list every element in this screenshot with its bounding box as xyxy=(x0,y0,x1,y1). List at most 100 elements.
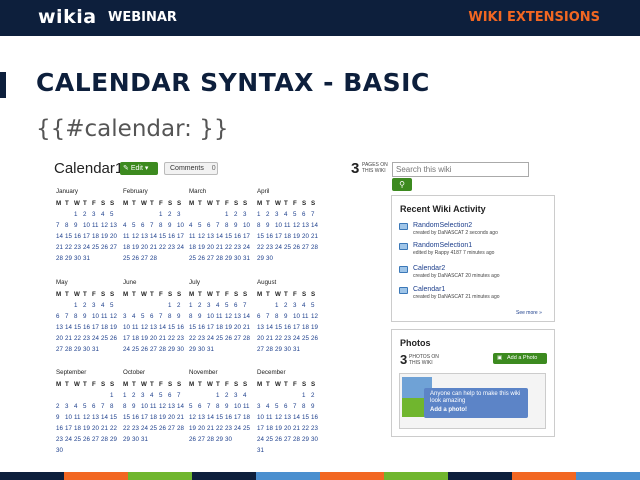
calendar-day[interactable]: 25 xyxy=(132,344,141,355)
calendar-day[interactable]: 23 xyxy=(74,242,83,253)
calendar-day[interactable]: 20 xyxy=(92,423,101,434)
calendar-day[interactable]: 6 xyxy=(257,311,266,322)
calendar-day[interactable]: 3 xyxy=(177,209,186,220)
calendar-day[interactable]: 26 xyxy=(311,333,320,344)
calendar-day[interactable]: 12 xyxy=(132,231,141,242)
calendar-day[interactable]: 10 xyxy=(65,412,74,423)
calendar-day[interactable]: 16 xyxy=(56,423,65,434)
calendar-day[interactable]: 14 xyxy=(56,231,65,242)
calendar-day[interactable]: 22 xyxy=(189,333,198,344)
calendar-day[interactable]: 8 xyxy=(168,311,177,322)
calendar-day[interactable]: 18 xyxy=(150,412,159,423)
calendar-day[interactable]: 7 xyxy=(207,401,216,412)
calendar-day[interactable]: 30 xyxy=(225,434,234,445)
calendar-day[interactable]: 29 xyxy=(74,344,83,355)
calendar-day[interactable]: 21 xyxy=(150,242,159,253)
calendar-day[interactable]: 4 xyxy=(150,390,159,401)
calendar-day[interactable]: 11 xyxy=(74,412,83,423)
calendar-day[interactable]: 27 xyxy=(141,253,150,264)
calendar-day[interactable]: 22 xyxy=(65,242,74,253)
calendar-day[interactable]: 17 xyxy=(293,322,302,333)
calendar-day[interactable]: 4 xyxy=(216,300,225,311)
calendar-day[interactable]: 14 xyxy=(207,412,216,423)
calendar-day[interactable]: 26 xyxy=(225,333,234,344)
calendar-day[interactable]: 16 xyxy=(74,231,83,242)
calendar-day[interactable]: 19 xyxy=(275,423,284,434)
calendar-day[interactable]: 9 xyxy=(132,401,141,412)
calendar-day[interactable]: 24 xyxy=(275,242,284,253)
calendar-day[interactable]: 31 xyxy=(92,344,101,355)
calendar-day[interactable]: 8 xyxy=(189,311,198,322)
calendar-day[interactable]: 24 xyxy=(293,333,302,344)
calendar-day[interactable]: 14 xyxy=(101,412,110,423)
calendar-day[interactable]: 19 xyxy=(101,231,110,242)
calendar-day[interactable]: 17 xyxy=(177,231,186,242)
calendar-day[interactable]: 11 xyxy=(92,220,101,231)
calendar-day[interactable]: 5 xyxy=(83,401,92,412)
calendar-day[interactable]: 21 xyxy=(56,242,65,253)
calendar-day[interactable]: 18 xyxy=(266,423,275,434)
calendar-day[interactable]: 2 xyxy=(83,300,92,311)
calendar-day[interactable]: 19 xyxy=(198,242,207,253)
calendar-day[interactable]: 29 xyxy=(225,253,234,264)
calendar-day[interactable]: 19 xyxy=(311,322,320,333)
calendar-day[interactable]: 27 xyxy=(56,344,65,355)
calendar-day[interactable]: 16 xyxy=(234,231,243,242)
activity-link[interactable]: RandomSelection2 xyxy=(413,222,540,229)
calendar-day[interactable]: 12 xyxy=(225,311,234,322)
calendar-day[interactable]: 29 xyxy=(189,344,198,355)
calendar-day[interactable]: 20 xyxy=(234,322,243,333)
calendar-day[interactable]: 3 xyxy=(65,401,74,412)
calendar-day[interactable]: 28 xyxy=(243,333,252,344)
calendar-day[interactable]: 8 xyxy=(65,220,74,231)
calendar-day[interactable]: 25 xyxy=(189,253,198,264)
calendar-day[interactable]: 6 xyxy=(284,401,293,412)
calendar-day[interactable]: 26 xyxy=(189,434,198,445)
calendar-day[interactable]: 14 xyxy=(243,311,252,322)
calendar-day[interactable]: 20 xyxy=(284,423,293,434)
calendar-day[interactable]: 23 xyxy=(132,423,141,434)
calendar-day[interactable]: 9 xyxy=(225,401,234,412)
calendar-day[interactable]: 3 xyxy=(257,401,266,412)
calendar-day[interactable]: 11 xyxy=(284,220,293,231)
calendar-day[interactable]: 22 xyxy=(302,423,311,434)
calendar-day[interactable]: 4 xyxy=(101,209,110,220)
calendar-day[interactable]: 19 xyxy=(225,322,234,333)
calendar-day[interactable]: 2 xyxy=(83,209,92,220)
calendar-day[interactable]: 26 xyxy=(110,333,119,344)
calendar-day[interactable]: 2 xyxy=(284,300,293,311)
calendar-day[interactable]: 28 xyxy=(311,242,320,253)
calendar-day[interactable]: 10 xyxy=(123,322,132,333)
calendar-day[interactable]: 27 xyxy=(150,344,159,355)
calendar-day[interactable]: 8 xyxy=(123,401,132,412)
search-input[interactable]: Search this wiki xyxy=(392,162,529,177)
calendar-day[interactable]: 19 xyxy=(132,242,141,253)
calendar-day[interactable]: 18 xyxy=(101,322,110,333)
calendar-day[interactable]: 29 xyxy=(110,434,119,445)
calendar-day[interactable]: 12 xyxy=(293,220,302,231)
calendar-day[interactable]: 24 xyxy=(141,423,150,434)
calendar-day[interactable]: 1 xyxy=(110,390,119,401)
calendar-day[interactable]: 5 xyxy=(110,300,119,311)
calendar-day[interactable]: 30 xyxy=(284,344,293,355)
calendar-day[interactable]: 24 xyxy=(207,333,216,344)
calendar-day[interactable]: 8 xyxy=(302,401,311,412)
calendar-day[interactable]: 30 xyxy=(266,253,275,264)
calendar-day[interactable]: 9 xyxy=(83,311,92,322)
calendar-day[interactable]: 9 xyxy=(56,412,65,423)
calendar-day[interactable]: 19 xyxy=(293,231,302,242)
calendar-day[interactable]: 12 xyxy=(189,412,198,423)
calendar-day[interactable]: 24 xyxy=(177,242,186,253)
calendar-day[interactable]: 12 xyxy=(198,231,207,242)
calendar-day[interactable]: 15 xyxy=(225,231,234,242)
calendar-day[interactable]: 22 xyxy=(275,333,284,344)
calendar-day[interactable]: 12 xyxy=(275,412,284,423)
calendar-day[interactable]: 11 xyxy=(150,401,159,412)
calendar-day[interactable]: 8 xyxy=(110,401,119,412)
search-button[interactable]: ⚲ xyxy=(392,178,412,191)
calendar-day[interactable]: 10 xyxy=(293,311,302,322)
calendar-day[interactable]: 17 xyxy=(275,231,284,242)
calendar-day[interactable]: 6 xyxy=(198,401,207,412)
calendar-day[interactable]: 15 xyxy=(65,231,74,242)
calendar-day[interactable]: 22 xyxy=(110,423,119,434)
